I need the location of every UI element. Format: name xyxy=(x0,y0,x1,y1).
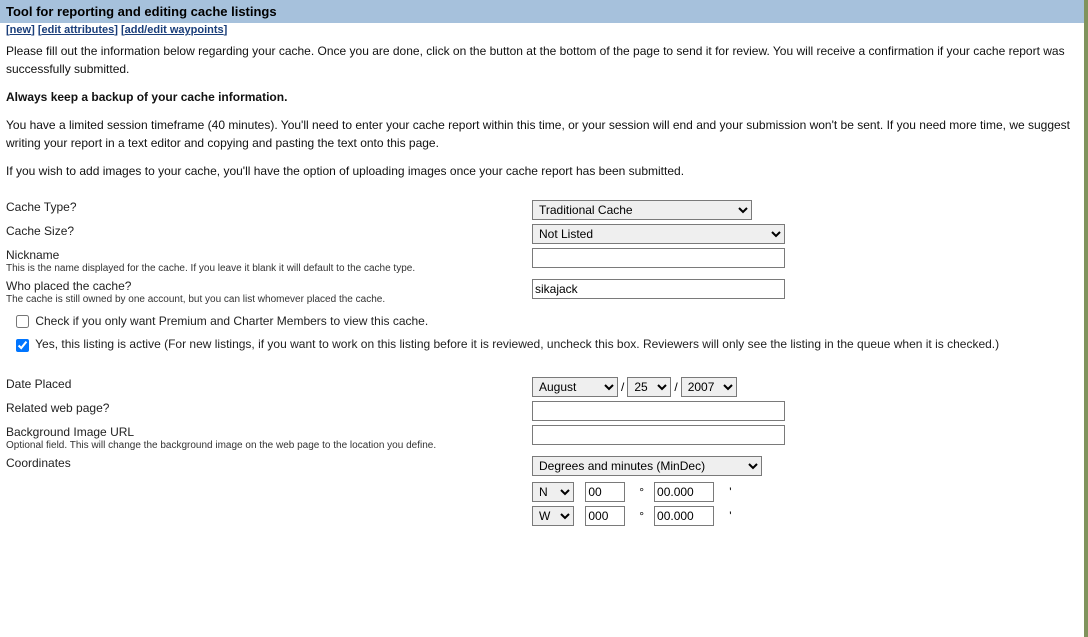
nav-new[interactable]: new xyxy=(10,24,31,36)
date-month-select[interactable]: August xyxy=(532,377,618,397)
date-placed-label: Date Placed xyxy=(6,377,71,391)
intro-bold: Always keep a backup of your cache infor… xyxy=(6,88,1078,106)
bg-image-label: Background Image URL xyxy=(6,425,522,439)
cache-type-label: Cache Type? xyxy=(6,200,77,214)
intro-p1: Please fill out the information below re… xyxy=(6,42,1078,78)
date-slash-2: / xyxy=(674,380,677,394)
lon-min-input[interactable] xyxy=(654,506,714,526)
nickname-sublabel: This is the name displayed for the cache… xyxy=(6,262,522,275)
nav-links: [new] [edit attributes] [add/edit waypoi… xyxy=(0,23,1084,42)
bg-image-input[interactable] xyxy=(532,425,785,445)
premium-only-label: Check if you only want Premium and Chart… xyxy=(35,314,428,328)
min-symbol: ' xyxy=(721,485,739,499)
coord-format-select[interactable]: Degrees and minutes (MinDec) xyxy=(532,456,762,476)
premium-only-checkbox[interactable] xyxy=(16,315,29,328)
nav-add-edit-waypoints[interactable]: add/edit waypoints xyxy=(125,24,224,36)
lat-deg-input[interactable] xyxy=(585,482,625,502)
nickname-input[interactable] xyxy=(532,248,785,268)
nickname-label: Nickname xyxy=(6,248,522,262)
lat-min-input[interactable] xyxy=(654,482,714,502)
deg-symbol: ° xyxy=(633,485,651,499)
intro-p3: If you wish to add images to your cache,… xyxy=(6,162,1078,180)
placed-by-input[interactable] xyxy=(532,279,785,299)
page-title: Tool for reporting and editing cache lis… xyxy=(0,0,1084,23)
placed-by-label: Who placed the cache? xyxy=(6,279,522,293)
lat-hemi-select[interactable]: N xyxy=(532,482,574,502)
active-checkbox[interactable] xyxy=(16,339,29,352)
lon-hemi-select[interactable]: W xyxy=(532,506,574,526)
intro-text: Please fill out the information below re… xyxy=(0,42,1084,180)
intro-p2: You have a limited session timeframe (40… xyxy=(6,116,1078,152)
coordinates-label: Coordinates xyxy=(6,456,71,470)
placed-by-sublabel: The cache is still owned by one account,… xyxy=(6,293,522,306)
date-slash-1: / xyxy=(621,380,624,394)
related-url-label: Related web page? xyxy=(6,401,109,415)
cache-size-label: Cache Size? xyxy=(6,224,74,238)
related-url-input[interactable] xyxy=(532,401,785,421)
bg-image-sublabel: Optional field. This will change the bac… xyxy=(6,439,522,452)
cache-type-select[interactable]: Traditional Cache xyxy=(532,200,752,220)
nav-edit-attributes[interactable]: edit attributes xyxy=(41,24,114,36)
date-day-select[interactable]: 25 xyxy=(627,377,671,397)
min-symbol-2: ' xyxy=(721,509,739,523)
date-year-select[interactable]: 2007 xyxy=(681,377,737,397)
deg-symbol-2: ° xyxy=(633,509,651,523)
active-label: Yes, this listing is active (For new lis… xyxy=(35,337,999,351)
cache-size-select[interactable]: Not Listed xyxy=(532,224,785,244)
lon-deg-input[interactable] xyxy=(585,506,625,526)
